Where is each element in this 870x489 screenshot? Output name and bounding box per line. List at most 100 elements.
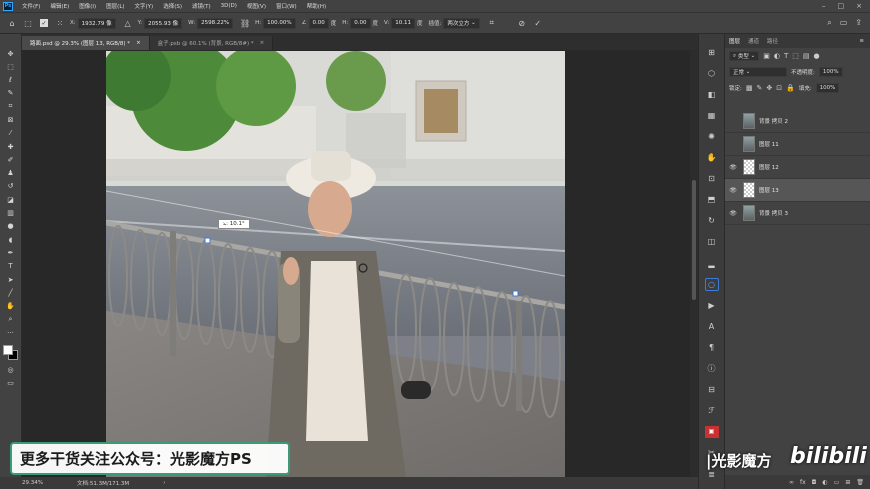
glyphs-panel-icon[interactable]: ℱ [705,405,719,418]
rotate-angle-field[interactable]: 0.00 [308,17,329,29]
blur-tool-icon[interactable]: ● [4,221,18,232]
layer-row-selected[interactable]: 👁 图层 13 [725,179,870,202]
swatches-panel-icon[interactable]: ▦ [705,109,719,122]
layer-name[interactable]: 背景 拷贝 2 [759,117,788,125]
quick-select-tool-icon[interactable]: ✎ [4,88,18,99]
move-tool-icon[interactable]: ✥ [4,48,18,59]
new-group-icon[interactable]: ▭ [834,479,840,486]
actions-panel-icon[interactable]: ▶ [705,299,719,312]
close-tab-icon[interactable]: × [136,40,141,46]
link-aspect-icon[interactable]: ⛓ [239,17,251,29]
line-tool-icon[interactable]: ╱ [4,287,18,298]
eraser-tool-icon[interactable]: ◪ [4,194,18,205]
filter-toggle-icon[interactable]: ● [813,52,819,60]
lock-transparent-icon[interactable]: ▩ [746,84,753,92]
hand-panel-icon[interactable]: ✋ [705,151,719,164]
filter-adjust-icon[interactable]: ◐ [774,52,780,60]
menu-select[interactable]: 选择(S) [158,2,187,10]
lock-position-icon[interactable]: ✥ [766,84,772,92]
quick-mask-icon[interactable]: ◎ [4,365,18,376]
x-field[interactable]: 1932.79 像 [77,17,116,29]
hand-tool-icon[interactable]: ✋ [4,301,18,312]
styles-panel-icon[interactable]: ⬒ [705,194,719,207]
layer-row[interactable]: 👁 背景 拷贝 3 [725,202,870,225]
adjustment-layer-icon[interactable]: ◐ [822,479,827,486]
frame-tool-icon[interactable]: ⊠ [4,114,18,125]
close-window-icon[interactable]: × [856,2,862,10]
menu-image[interactable]: 图像(I) [74,2,101,10]
filter-shape-icon[interactable]: ⬚ [792,52,799,60]
refresh-panel-icon[interactable]: ↻ [705,215,719,228]
dodge-tool-icon[interactable]: ◖ [4,234,18,245]
link-layers-icon[interactable]: ∞ [789,479,794,486]
status-arrow-icon[interactable]: › [163,480,165,486]
reference-point-grid-icon[interactable]: ⁙ [54,17,66,29]
adjustments-panel-icon[interactable]: ◧ [705,88,719,101]
foreground-color-swatch[interactable] [2,344,13,355]
marquee-tool-icon[interactable]: ⬚ [4,61,18,72]
lock-image-icon[interactable]: ✎ [756,84,762,92]
menu-layer[interactable]: 图层(L) [101,2,129,10]
menu-type[interactable]: 文字(Y) [130,2,159,10]
pen-tool-icon[interactable]: ✒ [4,247,18,258]
layer-name[interactable]: 图层 12 [759,163,779,171]
layer-name[interactable]: 图层 13 [759,186,779,194]
mask-panel-icon[interactable]: ◫ [705,236,719,249]
layer-name[interactable]: 图层 11 [759,140,779,148]
paragraph-panel-icon[interactable]: ¶ [705,341,719,354]
layer-effects-icon[interactable]: fx [800,479,806,486]
plugin-panel-icon[interactable]: ▣ [704,425,719,439]
hskew-field[interactable]: 0.00 [350,17,371,29]
clone-stamp-tool-icon[interactable]: ♟ [4,168,18,179]
add-mask-icon[interactable]: ◘ [812,479,817,486]
lasso-tool-icon[interactable]: ℓ [4,75,18,86]
history-brush-tool-icon[interactable]: ↺ [4,181,18,192]
menu-file[interactable]: 文件(F) [17,2,45,10]
home-icon[interactable]: ⌂ [6,17,18,29]
color-wheel-panel-icon[interactable]: ○ [704,277,719,291]
character-panel-icon[interactable]: A [705,320,719,333]
blend-mode-select[interactable]: 正常 ⌄ [729,67,787,77]
fill-field[interactable]: 100% [815,83,840,93]
reference-point-checkbox[interactable]: ✓ [38,17,50,29]
menu-window[interactable]: 窗口(W) [271,2,302,10]
opacity-field[interactable]: 100% [818,67,843,77]
eye-icon[interactable]: 👁 [728,164,738,171]
warp-mode-icon[interactable]: ⌗ [486,17,498,29]
layer-row[interactable]: 背景 拷贝 2 [725,110,870,133]
zoom-tool-icon[interactable]: ⌕ [4,314,18,325]
tab-paths[interactable]: 路径 [767,37,778,45]
height-field[interactable]: 100.00% [263,17,296,29]
crop-tool-icon[interactable]: ⌗ [4,101,18,112]
tab-layers[interactable]: 图层 [729,37,740,45]
workspace-icon[interactable]: ▭ [840,18,848,28]
transform-tool-icon[interactable]: ⬚ [22,17,34,29]
menu-3d[interactable]: 3D(D) [216,3,242,9]
filter-type-icon[interactable]: T [784,52,788,60]
y-field[interactable]: 2055.93 像 [144,17,183,29]
layer-name[interactable]: 背景 拷贝 3 [759,209,788,217]
eye-icon[interactable]: 👁 [728,187,738,194]
more-tools-icon[interactable]: ··· [4,327,18,338]
info-panel-icon[interactable]: ⓘ [705,362,719,375]
screen-mode-icon[interactable]: ▭ [4,378,18,389]
relative-position-icon[interactable]: △ [122,17,134,29]
vertical-scrollbar[interactable] [690,50,698,477]
navigator-panel-icon[interactable]: ⊡ [705,172,719,185]
zoom-level[interactable]: 29.34% [22,480,43,486]
path-select-tool-icon[interactable]: ➤ [4,274,18,285]
menu-help[interactable]: 帮助(H) [302,2,331,10]
canvas-area[interactable]: ⦣: 10.1° [22,50,690,477]
close-tab-icon[interactable]: × [260,40,265,46]
menu-filter[interactable]: 滤镜(T) [187,2,216,10]
new-layer-icon[interactable]: ⊞ [845,479,850,486]
filter-pixel-icon[interactable]: ▣ [763,52,770,60]
menu-edit[interactable]: 编辑(E) [45,2,74,10]
share-icon[interactable]: ⇪ [855,18,862,28]
scrollbar-thumb[interactable] [692,180,696,300]
3d-panel-icon[interactable]: ⬡ [705,67,719,80]
panel-menu-icon[interactable]: ≡ [859,38,864,44]
healing-brush-tool-icon[interactable]: ✚ [4,141,18,152]
channels-grid-icon[interactable]: ⊟ [705,383,719,396]
layer-row[interactable]: 图层 11 [725,133,870,156]
